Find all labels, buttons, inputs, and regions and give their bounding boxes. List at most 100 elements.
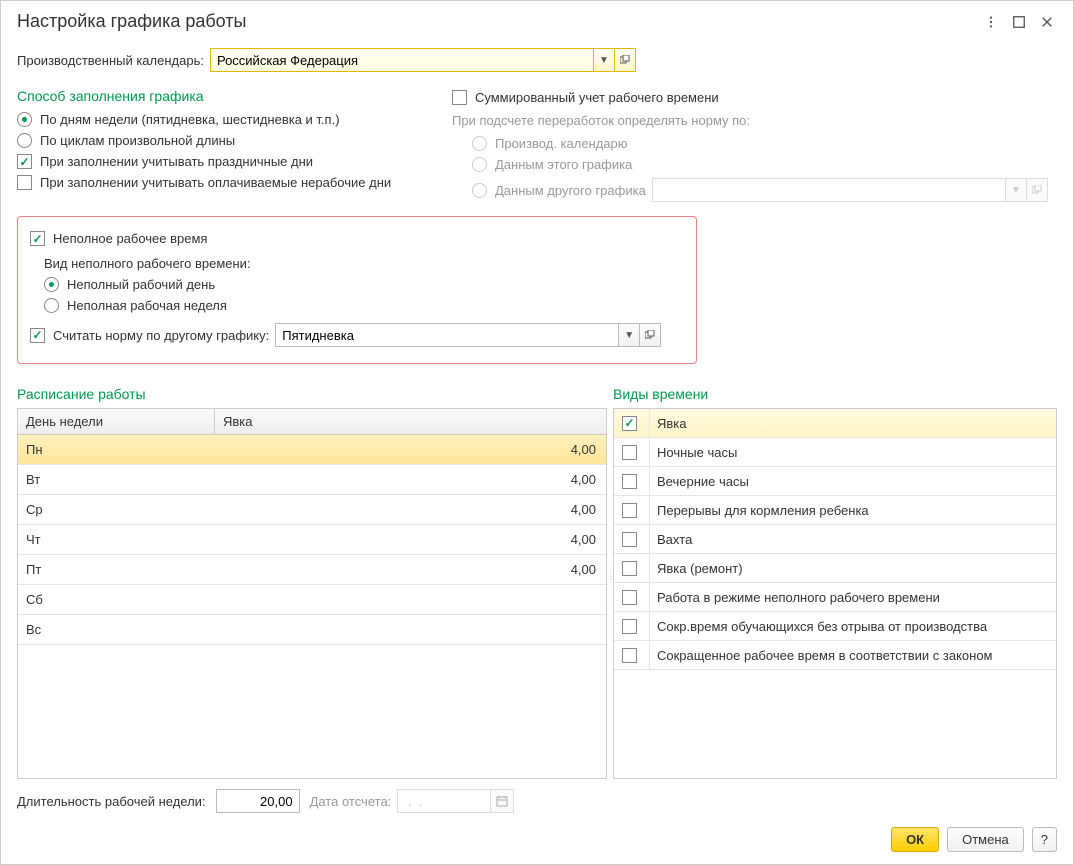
schedule-row[interactable]: Пт4,00 bbox=[18, 555, 606, 585]
checkbox-icon[interactable] bbox=[622, 503, 637, 518]
tables-row: Расписание работы День недели Явка Пн4,0… bbox=[17, 374, 1057, 779]
radio-part-day[interactable]: Неполный рабочий день bbox=[30, 275, 684, 294]
check-label: Суммированный учет рабочего времени bbox=[475, 90, 719, 105]
radio-by-weekdays[interactable]: По дням недели (пятидневка, шестидневка … bbox=[17, 110, 437, 129]
open-icon[interactable] bbox=[640, 323, 661, 347]
value-cell: 4,00 bbox=[214, 472, 606, 487]
schedule-grid[interactable]: День недели Явка Пн4,00Вт4,00Ср4,00Чт4,0… bbox=[17, 408, 607, 779]
day-cell: Сб bbox=[18, 592, 214, 607]
calendar-input-group: ▼ bbox=[210, 48, 636, 72]
value-cell: 4,00 bbox=[214, 502, 606, 517]
close-icon[interactable] bbox=[1037, 12, 1057, 32]
day-cell: Пн bbox=[18, 442, 214, 457]
day-cell: Чт bbox=[18, 532, 214, 547]
schedule-row[interactable]: Вс bbox=[18, 615, 606, 645]
radio-by-cycles[interactable]: По циклам произвольной длины bbox=[17, 131, 437, 150]
schedule-row[interactable]: Вт4,00 bbox=[18, 465, 606, 495]
checkbox-icon[interactable] bbox=[622, 532, 637, 547]
schedule-row[interactable]: Пн4,00 bbox=[18, 435, 606, 465]
radio-norm-calendar: Производ. календарю bbox=[452, 134, 1057, 153]
calendar-open-icon[interactable] bbox=[615, 48, 636, 72]
radio-part-week[interactable]: Неполная рабочая неделя bbox=[30, 296, 684, 315]
checkbox-icon bbox=[30, 328, 45, 343]
summed-column: Суммированный учет рабочего времени При … bbox=[437, 76, 1057, 206]
start-date-input-group bbox=[397, 789, 514, 813]
time-type-row[interactable]: Вечерние часы bbox=[614, 467, 1056, 496]
time-type-label: Сокр.время обучающихся без отрыва от про… bbox=[651, 619, 987, 634]
time-type-label: Перерывы для кормления ребенка bbox=[651, 503, 869, 518]
checkbox-icon[interactable] bbox=[622, 474, 637, 489]
calendar-field-row: Производственный календарь: ▼ bbox=[17, 48, 1057, 72]
radio-icon bbox=[17, 112, 32, 127]
start-date-label: Дата отсчета: bbox=[310, 794, 392, 809]
time-type-row[interactable]: Явка (ремонт) bbox=[614, 554, 1056, 583]
check-label: При заполнении учитывать праздничные дни bbox=[40, 154, 313, 169]
time-type-row[interactable]: Явка bbox=[614, 409, 1056, 438]
checkbox-icon[interactable] bbox=[622, 648, 637, 663]
checkbox-icon bbox=[452, 90, 467, 105]
radio-icon bbox=[17, 133, 32, 148]
check-norm-by-other[interactable]: Считать норму по другому графику: ▼ bbox=[30, 321, 684, 349]
time-type-row[interactable]: Вахта bbox=[614, 525, 1056, 554]
calendar-dropdown-icon[interactable]: ▼ bbox=[594, 48, 615, 72]
fill-method-title: Способ заполнения графика bbox=[17, 88, 437, 104]
schedule-row[interactable]: Сб bbox=[18, 585, 606, 615]
radio-label: По дням недели (пятидневка, шестидневка … bbox=[40, 112, 340, 127]
time-types-title: Виды времени bbox=[613, 386, 1057, 402]
norm-label: При подсчете переработок определять норм… bbox=[452, 109, 1057, 132]
check-summed-accounting[interactable]: Суммированный учет рабочего времени bbox=[452, 88, 1057, 107]
week-length-input[interactable] bbox=[216, 789, 300, 813]
start-date-input bbox=[397, 789, 491, 813]
checkbox-icon[interactable] bbox=[622, 445, 637, 460]
maximize-icon[interactable] bbox=[1009, 12, 1029, 32]
check-holidays[interactable]: При заполнении учитывать праздничные дни bbox=[17, 152, 437, 171]
checkbox-icon[interactable] bbox=[622, 416, 637, 431]
col-attendance-header: Явка bbox=[215, 409, 606, 434]
menu-icon[interactable] bbox=[981, 12, 1001, 32]
day-cell: Ср bbox=[18, 502, 214, 517]
time-type-label: Сокращенное рабочее время в соответствии… bbox=[651, 648, 993, 663]
time-types-grid[interactable]: Явка Ночные часы Вечерние часы Перерывы для… bbox=[613, 408, 1057, 779]
radio-label: По циклам произвольной длины bbox=[40, 133, 235, 148]
calendar-input[interactable] bbox=[210, 48, 594, 72]
checkbox-icon bbox=[30, 231, 45, 246]
schedule-row[interactable]: Чт4,00 bbox=[18, 525, 606, 555]
other-schedule-input bbox=[652, 178, 1006, 202]
radio-norm-this-schedule: Данным этого графика bbox=[452, 155, 1057, 174]
day-cell: Вт bbox=[18, 472, 214, 487]
part-time-box: Неполное рабочее время Вид неполного раб… bbox=[17, 216, 697, 364]
time-type-row[interactable]: Работа в режиме неполного рабочего време… bbox=[614, 583, 1056, 612]
col-day-header: День недели bbox=[18, 409, 215, 434]
radio-icon bbox=[44, 298, 59, 313]
radio-label: Данным этого графика bbox=[495, 157, 632, 172]
time-type-row[interactable]: Сокращенное рабочее время в соответствии… bbox=[614, 641, 1056, 670]
radio-icon bbox=[472, 136, 487, 151]
radio-icon bbox=[472, 157, 487, 172]
radio-icon bbox=[44, 277, 59, 292]
checkbox-icon[interactable] bbox=[622, 619, 637, 634]
fill-method-column: Способ заполнения графика По дням недели… bbox=[17, 76, 437, 206]
check-part-time[interactable]: Неполное рабочее время bbox=[30, 229, 684, 248]
time-type-label: Работа в режиме неполного рабочего време… bbox=[651, 590, 940, 605]
time-type-row[interactable]: Перерывы для кормления ребенка bbox=[614, 496, 1056, 525]
checkbox-icon[interactable] bbox=[622, 590, 637, 605]
time-type-label: Ночные часы bbox=[651, 445, 737, 460]
norm-other-input[interactable] bbox=[275, 323, 619, 347]
checkbox-icon bbox=[17, 154, 32, 169]
open-icon bbox=[1027, 178, 1048, 202]
week-length-label: Длительность рабочей недели: bbox=[17, 794, 206, 809]
dropdown-icon[interactable]: ▼ bbox=[619, 323, 640, 347]
time-type-row[interactable]: Ночные часы bbox=[614, 438, 1056, 467]
radio-label: Неполный рабочий день bbox=[67, 277, 215, 292]
value-cell: 4,00 bbox=[214, 442, 606, 457]
other-schedule-input-group: ▼ bbox=[652, 178, 1048, 202]
ok-button[interactable]: ОК bbox=[891, 827, 939, 852]
cancel-button[interactable]: Отмена bbox=[947, 827, 1024, 852]
help-button[interactable]: ? bbox=[1032, 827, 1057, 852]
schedule-row[interactable]: Ср4,00 bbox=[18, 495, 606, 525]
dropdown-icon: ▼ bbox=[1006, 178, 1027, 202]
time-type-row[interactable]: Сокр.время обучающихся без отрыва от про… bbox=[614, 612, 1056, 641]
check-paid-nonwork[interactable]: При заполнении учитывать оплачиваемые не… bbox=[17, 173, 437, 192]
checkbox-icon[interactable] bbox=[622, 561, 637, 576]
time-type-label: Вечерние часы bbox=[651, 474, 749, 489]
